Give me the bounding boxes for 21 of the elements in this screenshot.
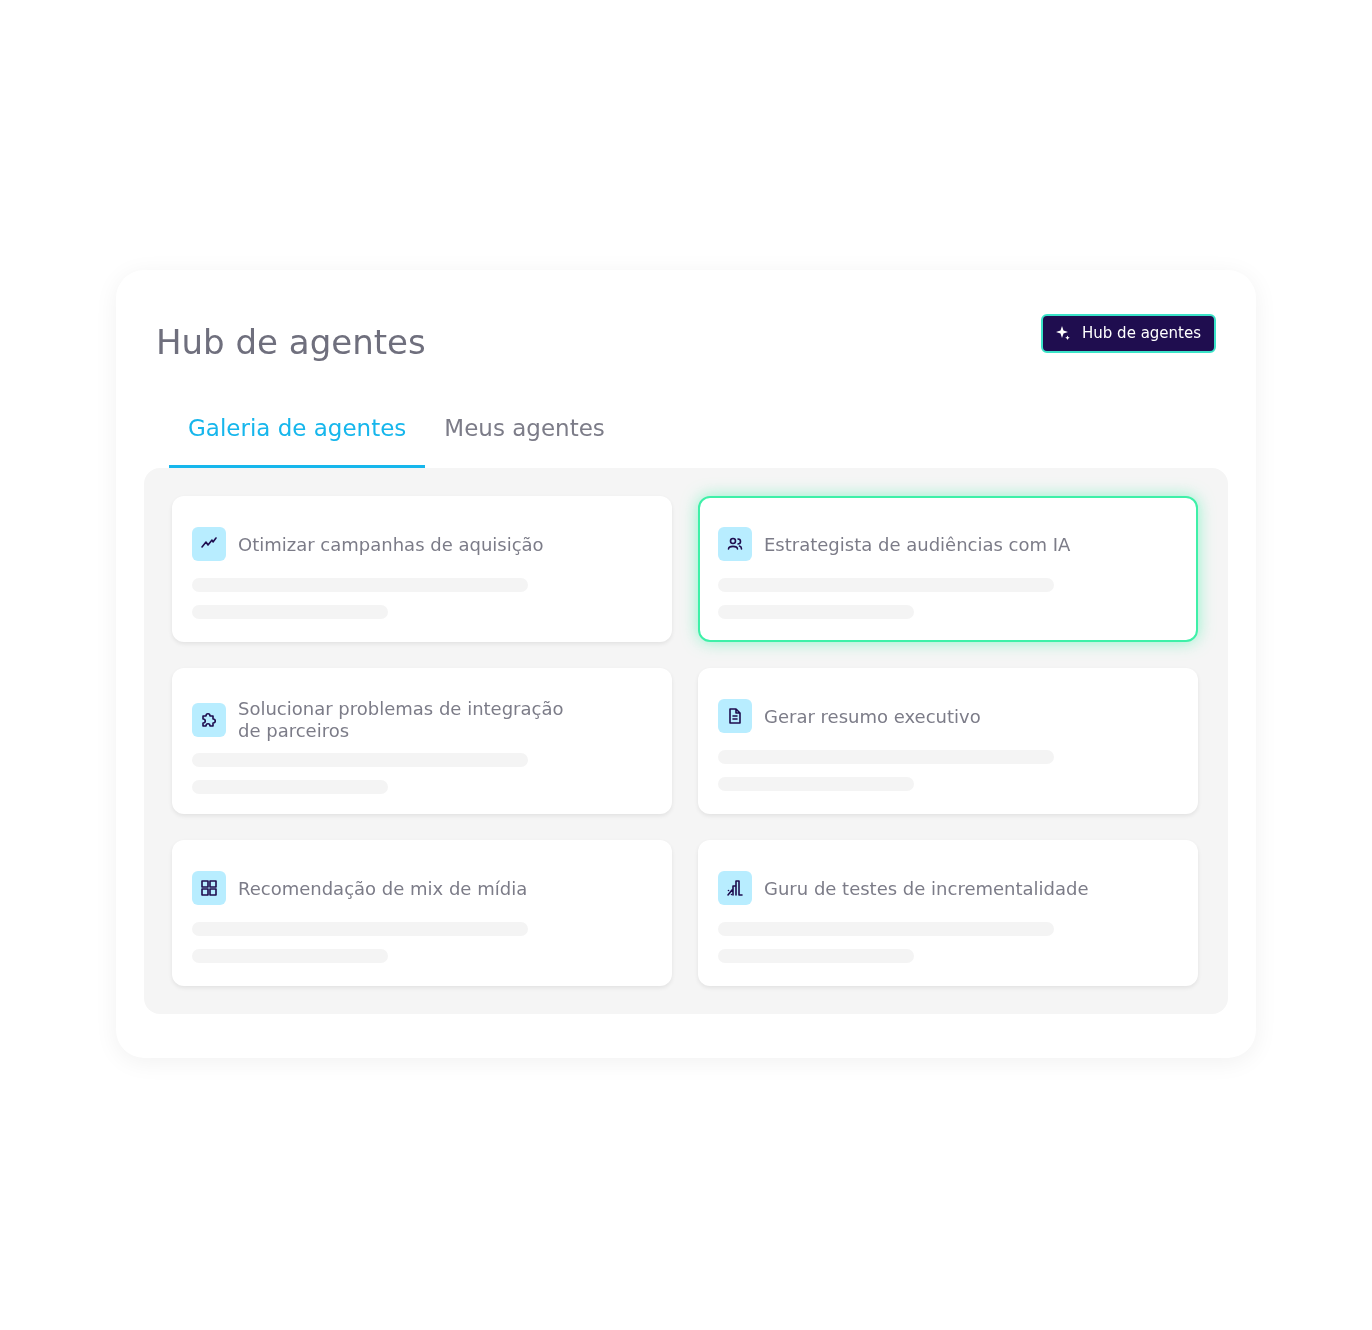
agent-card[interactable]: Otimizar campanhas de aquisição: [172, 496, 672, 643]
grid-icon: [192, 871, 226, 906]
hub-button[interactable]: Hub de agentes: [1041, 314, 1216, 353]
agent-title: Estrategista de audiências com IA: [764, 533, 1071, 556]
people-icon: [718, 527, 752, 562]
agent-card[interactable]: Estrategista de audiências com IA: [698, 496, 1198, 643]
agent-card[interactable]: Solucionar problemas de integração de parceiros: [172, 668, 672, 815]
puzzle-icon: [192, 702, 226, 737]
document-icon: [718, 699, 752, 734]
agent-title: Guru de testes de incrementalidade: [764, 877, 1089, 900]
agent-title: Otimizar campanhas de aquisição: [238, 533, 544, 556]
bar-chart-icon: [718, 871, 752, 906]
agent-title: Solucionar problemas de integração de parceiros: [238, 698, 565, 742]
agent-card[interactable]: Recomendação de mix de mídia: [172, 840, 672, 987]
page-title: Hub de agentes: [156, 322, 426, 363]
tab[interactable]: Meus agentes: [425, 392, 624, 469]
agent-title: Gerar resumo executivo: [764, 705, 981, 728]
agent-title: Recomendação de mix de mídia: [238, 877, 528, 900]
sparkle-icon: [1056, 326, 1071, 341]
agent-card[interactable]: Gerar resumo executivo: [698, 668, 1198, 815]
agent-card[interactable]: Guru de testes de incrementalidade: [698, 840, 1198, 987]
